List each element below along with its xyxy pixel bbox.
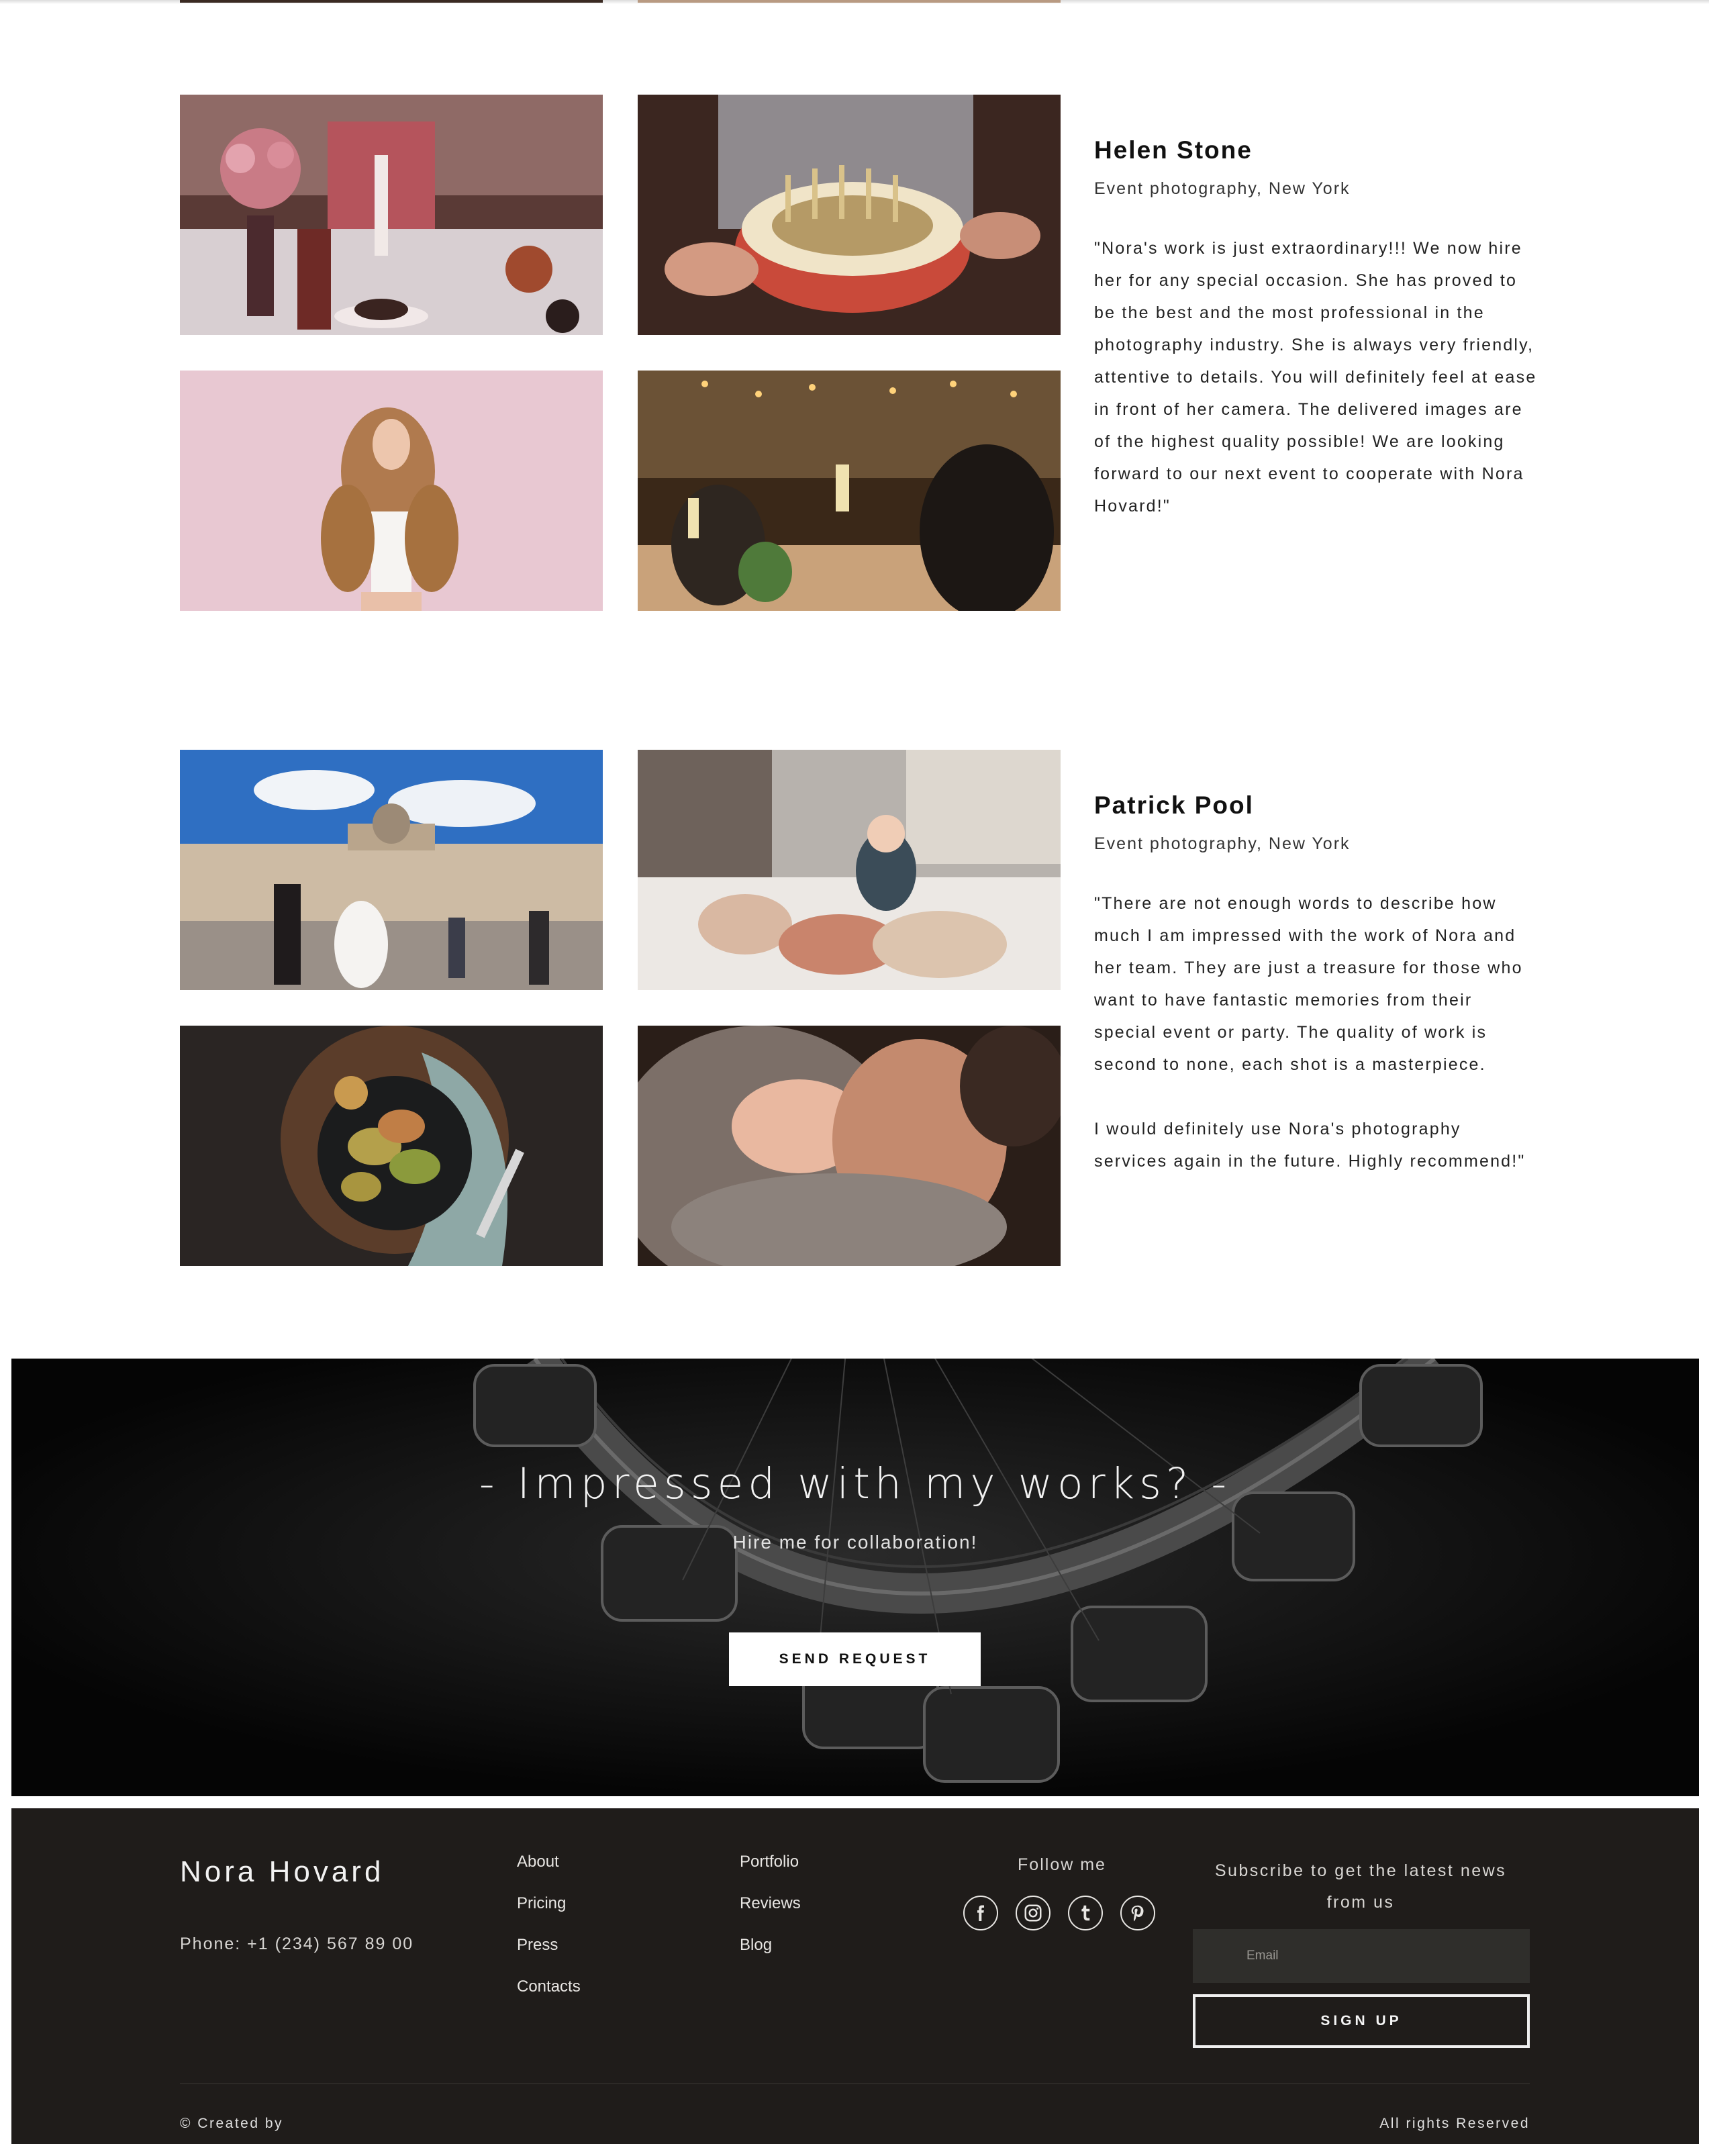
cta-banner: - Impressed with my works? - Hire me for… — [11, 1359, 1699, 1796]
review-quote: "There are not enough words to describe … — [1094, 894, 1526, 1171]
footer-link-contacts[interactable]: Contacts — [517, 1975, 581, 2016]
cta-subtitle: Hire me for collaboration! — [732, 1532, 978, 1553]
photo-woman-portrait[interactable] — [180, 371, 603, 611]
review-patrick-pool: Patrick Pool Event photography, New York… — [180, 750, 1529, 1267]
created-by: © Created by — [180, 2116, 284, 2131]
review-text-block: Patrick Pool Event photography, New York… — [1094, 791, 1537, 1177]
reviewer-role: Event photography, New York — [1094, 179, 1351, 198]
all-rights-reserved: All rights Reserved — [1379, 2116, 1530, 2131]
instagram-icon[interactable] — [1016, 1896, 1051, 1930]
footer-link-press[interactable]: Press — [517, 1933, 581, 1975]
site-footer: Nora Hovard Phone: +1 (234) 567 89 00 Ab… — [11, 1808, 1699, 2144]
review-quote: "Nora's work is just extraordinary!!! We… — [1094, 239, 1537, 516]
sign-up-button[interactable]: SIGN UP — [1193, 1994, 1530, 2048]
photo-birthday-cake[interactable] — [638, 95, 1061, 335]
footer-link-pricing[interactable]: Pricing — [517, 1892, 581, 1933]
photo-table-setting[interactable] — [180, 95, 603, 335]
send-request-button[interactable]: SEND REQUEST — [729, 1632, 981, 1686]
footer-links-col2: Portfolio Reviews Blog — [740, 1850, 801, 1975]
review-helen-stone: Helen Stone Event photography, New York … — [180, 95, 1535, 611]
photo-wedding-square[interactable] — [180, 750, 603, 990]
photo-party-toast[interactable] — [638, 371, 1061, 611]
facebook-icon[interactable] — [963, 1896, 998, 1930]
photo-child-toys[interactable] — [638, 750, 1061, 990]
photo-father-baby[interactable] — [638, 1026, 1061, 1266]
previous-section-edge — [0, 0, 1709, 4]
email-field[interactable] — [1193, 1929, 1530, 1983]
reviewer-role: Event photography, New York — [1094, 834, 1351, 853]
tumblr-icon[interactable] — [1068, 1896, 1103, 1930]
footer-link-blog[interactable]: Blog — [740, 1933, 801, 1975]
social-links — [963, 1896, 1155, 1930]
previous-photo-edge — [180, 0, 603, 3]
review-text-block: Helen Stone Event photography, New York … — [1094, 136, 1537, 522]
footer-link-about[interactable]: About — [517, 1850, 581, 1892]
pinterest-icon[interactable] — [1120, 1896, 1155, 1930]
reviewer-name: Helen Stone — [1094, 136, 1253, 164]
reviewer-name: Patrick Pool — [1094, 791, 1254, 819]
cta-title: - Impressed with my works? - — [479, 1459, 1232, 1508]
footer-links-col1: About Pricing Press Contacts — [517, 1850, 581, 2016]
previous-photo-edge — [638, 0, 1061, 3]
footer-brand[interactable]: Nora Hovard — [180, 1855, 384, 1889]
ferris-wheel-background — [11, 1359, 1699, 1796]
footer-phone: Phone: +1 (234) 567 89 00 — [180, 1934, 414, 1953]
follow-title: Follow me — [1018, 1855, 1106, 1874]
footer-link-portfolio[interactable]: Portfolio — [740, 1850, 801, 1892]
footer-link-reviews[interactable]: Reviews — [740, 1892, 801, 1933]
subscribe-title: Subscribe to get the latest news from us — [1214, 1861, 1507, 1912]
photo-food-plate[interactable] — [180, 1026, 603, 1266]
